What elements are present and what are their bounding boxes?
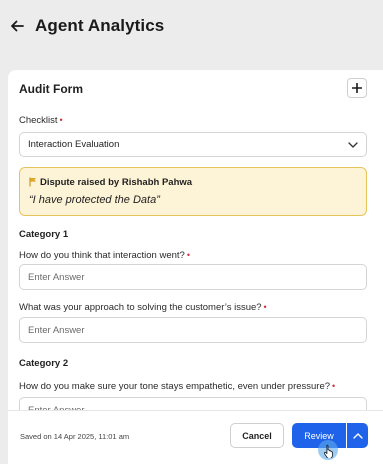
answer-input[interactable] (19, 264, 367, 290)
question-label-text: How do you make sure your tone stays emp… (19, 381, 331, 392)
checklist-selected-value: Interaction Evaluation (28, 139, 120, 150)
category-heading: Category 1 (19, 229, 69, 240)
arrow-left-icon (11, 20, 24, 32)
saved-timestamp: Saved on 14 Apr 2025, 11:01 am (20, 432, 130, 441)
checklist-label: Checklist • (19, 115, 63, 126)
review-options-button[interactable] (347, 423, 368, 448)
dispute-banner: Dispute raised by Rishabh Pahwa “I have … (19, 167, 367, 216)
question-label: What was your approach to solving the cu… (19, 302, 267, 313)
chevron-down-icon (348, 142, 358, 148)
category-heading: Category 2 (19, 358, 69, 369)
audit-form-scroll-area[interactable]: Audit Form Checklist • Interaction Evalua… (8, 70, 383, 410)
required-mark: • (59, 115, 63, 125)
required-mark: • (332, 381, 336, 391)
audit-form-card: Audit Form Checklist • Interaction Evalua… (8, 70, 383, 464)
question-label-text: What was your approach to solving the cu… (19, 302, 262, 313)
plus-icon (352, 83, 362, 93)
page-header: Agent Analytics (0, 0, 383, 52)
checklist-select[interactable]: Interaction Evaluation (19, 132, 367, 157)
dispute-quote: “I have protected the Data” (29, 194, 160, 206)
hand-cursor-icon (324, 444, 333, 458)
audit-form-title: Audit Form (19, 82, 83, 96)
back-button[interactable] (8, 17, 26, 35)
answer-input[interactable] (19, 397, 367, 410)
flag-icon (29, 177, 36, 187)
question-label-text: How do you think that interaction went? (19, 250, 185, 261)
dispute-title: Dispute raised by Rishabh Pahwa (40, 177, 193, 188)
chevron-up-icon (352, 432, 363, 439)
required-mark: • (186, 250, 190, 260)
answer-input[interactable] (19, 317, 367, 343)
required-mark: • (263, 302, 267, 312)
add-button[interactable] (347, 78, 367, 98)
question-label: How do you think that interaction went? • (19, 250, 190, 261)
checklist-label-text: Checklist (19, 115, 58, 126)
question-label: How do you make sure your tone stays emp… (19, 381, 335, 392)
page-title: Agent Analytics (35, 16, 165, 35)
cancel-button[interactable]: Cancel (230, 423, 284, 448)
